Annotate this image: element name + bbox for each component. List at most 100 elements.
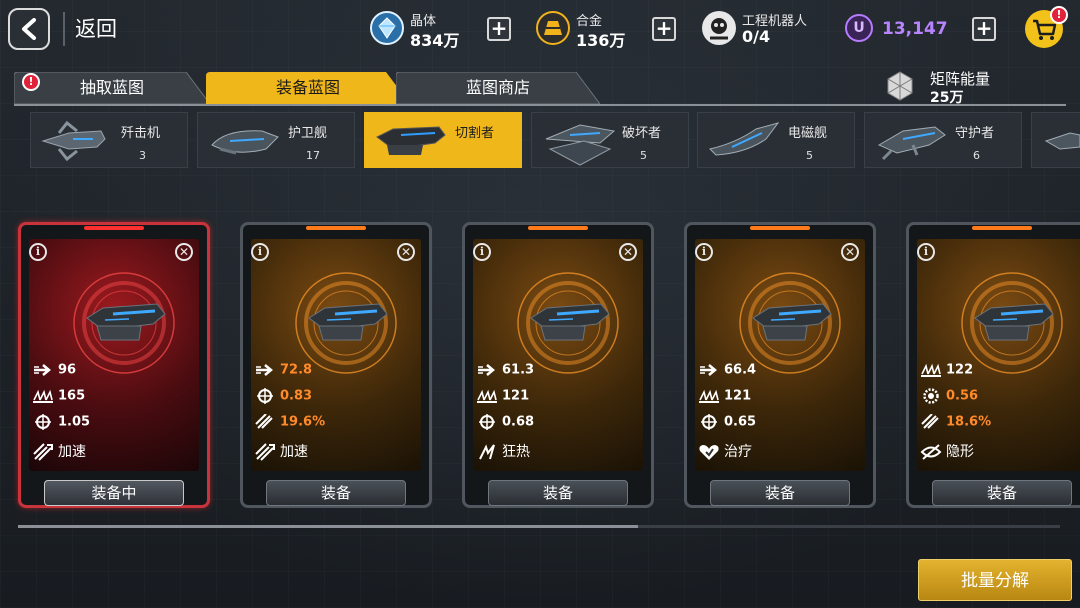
stat-targeting: 0.68 [476, 414, 534, 434]
tab-label: 蓝图商店 [465, 78, 530, 97]
blueprint-card[interactable]: i ✕ 61.3 121 0.68 狂热 装备 [462, 222, 654, 508]
stat-value: 0.68 [502, 414, 535, 430]
skill-label: 加速 [58, 444, 86, 460]
tab-equip-blueprint[interactable]: 装备蓝图 [206, 72, 410, 104]
info-icon[interactable]: i [917, 243, 935, 261]
armor-icon [699, 389, 719, 403]
equip-button[interactable]: 装备 [710, 480, 850, 506]
tab-blueprint-shop[interactable]: 蓝图商店 [396, 72, 600, 104]
gear-icon [923, 388, 939, 404]
resource-value: 0/4 [742, 27, 771, 46]
shop-alert-badge: ! [1050, 6, 1068, 24]
close-icon[interactable]: ✕ [175, 243, 193, 261]
chevron-left-icon [22, 18, 36, 40]
missile-icon [255, 414, 273, 429]
targeting-icon [701, 414, 717, 430]
stealth-icon [920, 444, 942, 460]
stat-value: 1.05 [58, 414, 91, 430]
equip-button[interactable]: 装备 [932, 480, 1072, 506]
add-premium-button[interactable]: + [972, 17, 996, 41]
card-body [473, 239, 643, 471]
equip-button[interactable]: 装备 [266, 480, 406, 506]
stat-armor: 121 [476, 388, 529, 408]
tab-draw-blueprint[interactable]: 抽取蓝图 [14, 72, 210, 104]
resource-robot: 工程机器人 0/4 [702, 8, 832, 50]
stat-targeting: 1.05 [32, 414, 90, 434]
ship-type-count: 17 [306, 149, 320, 162]
info-icon[interactable]: i [251, 243, 269, 261]
railgun-ship-icon [709, 122, 780, 156]
matrix-energy-label: 矩阵能量 [930, 70, 991, 88]
stat-value: 96 [58, 362, 77, 378]
robot-icon [702, 11, 736, 45]
skill-label: 加速 [280, 444, 308, 460]
card-body [695, 239, 865, 471]
ship-type-count: 5 [640, 149, 647, 162]
ship-type-more[interactable] [1031, 112, 1080, 168]
ship-type-count: 3 [139, 149, 146, 162]
targeting-icon [35, 414, 51, 430]
skill: 治疗 [698, 441, 752, 461]
resource-alloy: 合金 136万 [536, 8, 656, 50]
ship-type-corvette[interactable]: 护卫舰 17 [197, 112, 355, 168]
tab-label: 装备蓝图 [275, 78, 340, 97]
ship-type-guardian[interactable]: 守护者 6 [864, 112, 1022, 168]
u-coin-icon: U [845, 14, 873, 42]
stat-value: 0.83 [280, 388, 313, 404]
ship-type-name: 破坏者 [622, 126, 662, 141]
matrix-energy-icon [887, 71, 913, 101]
corvette-ship-icon [211, 130, 279, 155]
guardian-ship-icon [877, 126, 946, 161]
card-body [251, 239, 421, 471]
back-button[interactable] [8, 8, 50, 50]
back-label[interactable]: 返回 [75, 13, 117, 43]
fighter-ship-icon [41, 120, 106, 162]
card-top-light [972, 226, 1032, 230]
ship-type-name: 电磁舰 [788, 126, 828, 141]
armor-icon [477, 389, 497, 403]
ship-type-count: 5 [806, 149, 813, 162]
close-icon[interactable]: ✕ [619, 243, 637, 261]
targeting-icon [257, 388, 273, 404]
add-crystal-button[interactable]: + [487, 17, 511, 41]
close-icon[interactable]: ✕ [841, 243, 859, 261]
blueprint-card[interactable]: i ✕ 66.4 121 0.65 治疗 装备 [684, 222, 876, 508]
ship-type-name: 切割者 [455, 126, 495, 141]
blueprint-card[interactable]: i 122 0.56 18.6% 隐形 装备 [906, 222, 1080, 508]
cutter-blueprint-icon [961, 272, 1063, 374]
ship-type-railgun[interactable]: 电磁舰 5 [697, 112, 855, 168]
blueprint-card[interactable]: i ✕ 96 165 1.05 加速 装备中 [18, 222, 210, 508]
horizontal-scrollbar-thumb[interactable] [18, 525, 638, 528]
close-icon[interactable]: ✕ [397, 243, 415, 261]
add-alloy-button[interactable]: + [652, 17, 676, 41]
skill: 加速 [32, 441, 86, 461]
ship-type-row: 歼击机 3 护卫舰 17 切割者 破坏者 5 电磁舰 5 守护者 6 [0, 112, 1080, 170]
blueprint-card[interactable]: i ✕ 72.8 0.83 19.6% 加速 装备 [240, 222, 432, 508]
card-top-light [528, 226, 588, 230]
skill-label: 隐形 [946, 444, 974, 460]
stat-value: 72.8 [280, 362, 313, 378]
info-icon[interactable]: i [29, 243, 47, 261]
speed-icon [478, 364, 495, 376]
divider [63, 12, 65, 46]
cutter-ship-icon [376, 126, 446, 155]
resource-value: 136万 [576, 31, 626, 50]
equip-button[interactable]: 装备 [488, 480, 628, 506]
info-icon[interactable]: i [473, 243, 491, 261]
equipped-button[interactable]: 装备中 [44, 480, 184, 506]
bulk-dismantle-button[interactable]: 批量分解 [918, 559, 1072, 601]
card-body [917, 239, 1080, 471]
info-icon[interactable]: i [695, 243, 713, 261]
card-top-light [306, 226, 366, 230]
skill-label: 治疗 [724, 444, 752, 460]
stat-speed: 61.3 [476, 362, 534, 382]
ship-type-destroyer[interactable]: 破坏者 5 [531, 112, 689, 168]
premium-currency-value: 13,147 [882, 19, 948, 39]
ship-type-cutter[interactable]: 切割者 [364, 112, 522, 168]
skill: 隐形 [920, 441, 974, 461]
destroyer-ship-icon [545, 124, 616, 166]
stat-speed: 66.4 [698, 362, 756, 382]
stat-armor: 122 [920, 362, 973, 382]
tab-underline [14, 104, 1066, 106]
ship-type-fighter[interactable]: 歼击机 3 [30, 112, 188, 168]
